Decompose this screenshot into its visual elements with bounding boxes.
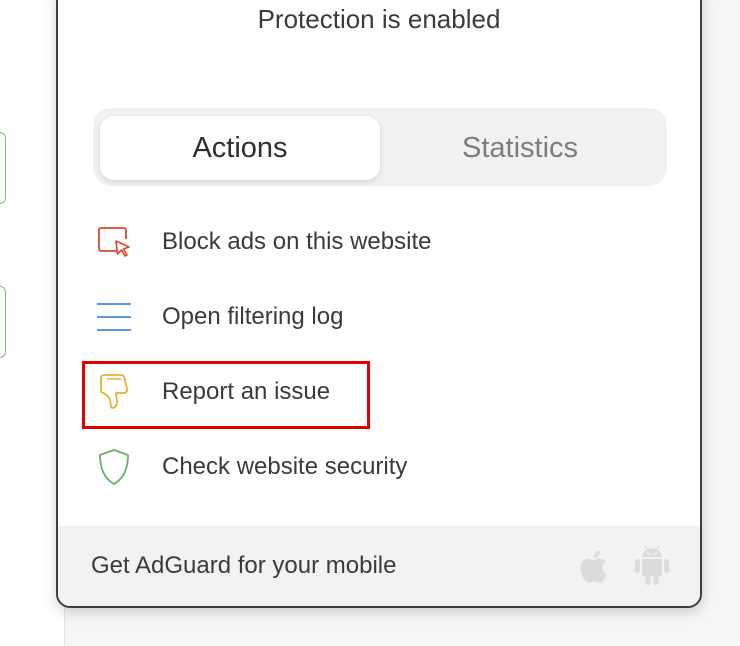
- check-security-label: Check website security: [162, 453, 408, 480]
- adguard-popup: Protection is enabled Actions Statistics…: [56, 0, 702, 608]
- report-issue-label: Report an issue: [162, 378, 331, 405]
- background-field: [0, 286, 6, 358]
- shield-icon: [94, 447, 134, 487]
- footer: Get AdGuard for your mobile: [58, 526, 700, 606]
- report-issue-action[interactable]: Report an issue: [94, 364, 654, 420]
- tab-switcher: Actions Statistics: [93, 108, 667, 186]
- get-mobile-text: Get AdGuard for your mobile: [91, 552, 397, 579]
- apple-icon[interactable]: [572, 544, 612, 588]
- platform-icons: [572, 544, 672, 588]
- filtering-log-label: Open filtering log: [162, 303, 344, 330]
- tab-statistics[interactable]: Statistics: [380, 116, 660, 180]
- android-icon[interactable]: [632, 544, 672, 588]
- thumbs-down-icon: [94, 372, 134, 412]
- filtering-log-action[interactable]: Open filtering log: [94, 289, 654, 345]
- background-field: [0, 132, 6, 204]
- block-element-icon: [94, 222, 134, 262]
- block-ads-label: Block ads on this website: [162, 228, 432, 255]
- protection-status-text: Protection is enabled: [257, 4, 501, 34]
- filter-log-icon: [94, 297, 134, 337]
- tab-actions[interactable]: Actions: [100, 116, 380, 180]
- block-ads-action[interactable]: Block ads on this website: [94, 214, 654, 270]
- check-security-action[interactable]: Check website security: [94, 439, 654, 495]
